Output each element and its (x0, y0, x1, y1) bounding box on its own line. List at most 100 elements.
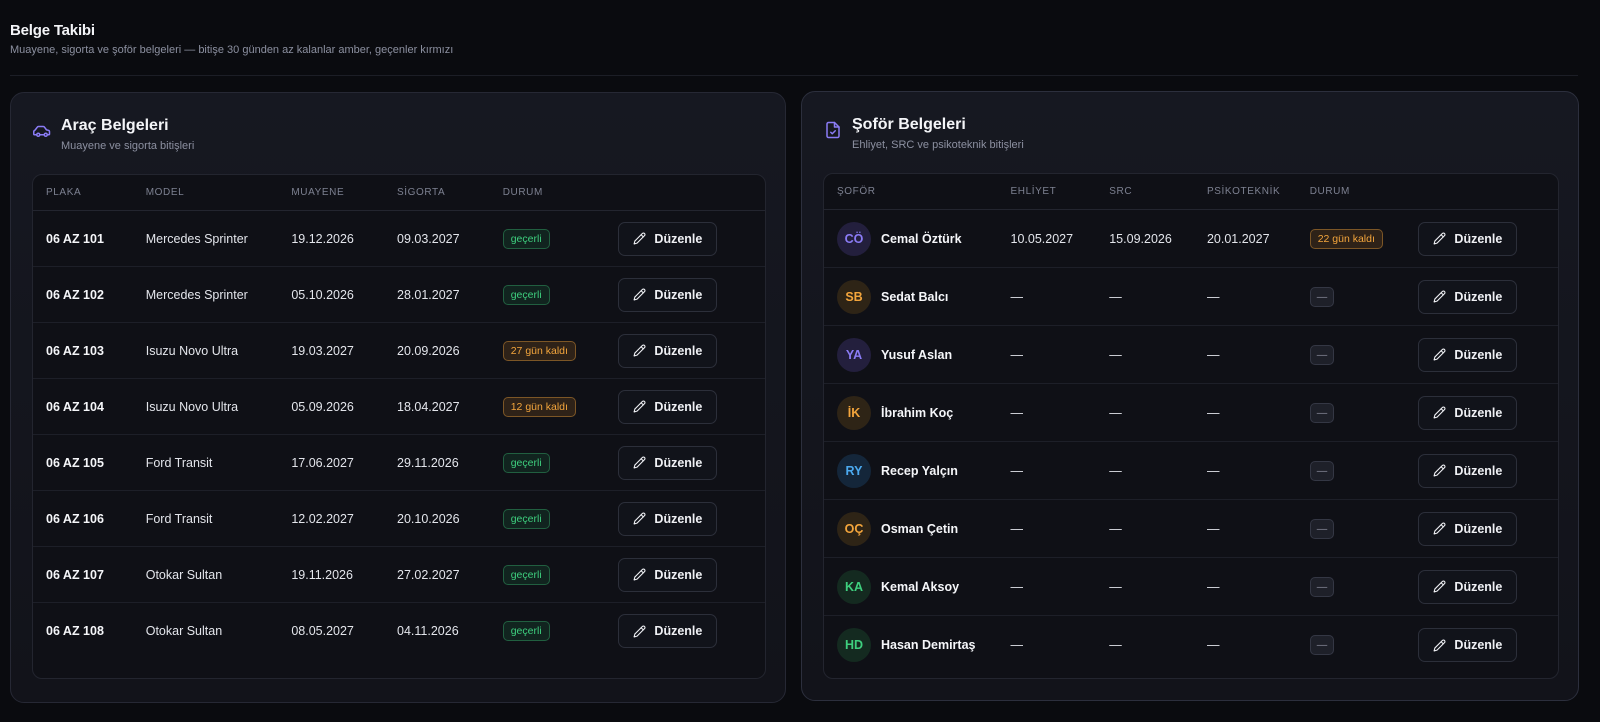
edit-button[interactable]: Düzenle (1418, 395, 1518, 430)
insurance-date-cell: 18.04.2027 (397, 399, 460, 414)
insurance-date-cell: 04.11.2026 (397, 624, 459, 638)
license-date-cell: — (1010, 579, 1024, 594)
insurance-date-cell: 09.03.2027 (397, 231, 460, 246)
edit-button-label: Düzenle (1454, 231, 1503, 246)
pencil-icon (1433, 639, 1446, 652)
action-cell: Düzenle (1418, 569, 1558, 604)
edit-button-label: Düzenle (1454, 579, 1503, 594)
pencil-icon (1433, 464, 1446, 477)
status-badge: — (1309, 402, 1335, 423)
driver-name: Osman Çetin (881, 521, 959, 536)
column-header: PSİKOTEKNİK (1206, 186, 1281, 197)
status-badge: 22 gün kaldı (1309, 228, 1383, 249)
driver-name: Recep Yalçın (881, 463, 958, 478)
driver-cell: OÇ Osman Çetin (824, 511, 1011, 546)
vehicle-panel-subtitle: Muayene ve sigorta bitişleri (61, 140, 195, 152)
edit-button[interactable]: Düzenle (618, 445, 718, 480)
table-row: 06 AZ 104 Isuzu Novo Ultra 05.09.2026 18.04… (33, 379, 765, 435)
column-header: PLAKA (46, 187, 82, 198)
car-icon (33, 122, 51, 140)
edit-button[interactable]: Düzenle (1418, 221, 1518, 256)
inspection-date-cell: 05.09.2026 (291, 399, 354, 414)
edit-button[interactable]: Düzenle (1418, 337, 1518, 372)
status-cell: — (1309, 635, 1419, 655)
action-cell: Düzenle (1418, 221, 1558, 256)
license-date-cell: — (1010, 289, 1024, 304)
status-badge: geçerli (502, 508, 550, 529)
driver-panel-title: Şoför Belgeleri (852, 116, 966, 133)
src-date-cell: — (1109, 289, 1122, 304)
action-cell: Düzenle (1418, 511, 1558, 546)
status-badge: — (1309, 344, 1335, 365)
status-cell: 12 gün kaldı (502, 396, 619, 417)
edit-button[interactable]: Düzenle (1418, 628, 1518, 662)
edit-button[interactable]: Düzenle (618, 277, 718, 312)
edit-button[interactable]: Düzenle (618, 501, 718, 536)
avatar: SB (837, 279, 871, 314)
status-cell: — (1309, 344, 1419, 365)
pencil-icon (1433, 522, 1446, 535)
src-date-cell: — (1109, 579, 1122, 594)
src-date-cell: — (1109, 521, 1122, 536)
model-cell: Mercedes Sprinter (145, 231, 248, 246)
status-badge: geçerli (502, 228, 550, 249)
status-cell: geçerli (502, 621, 619, 641)
column-header: EHLİYET (1010, 186, 1057, 197)
model-cell: Ford Transit (145, 511, 213, 526)
src-date-cell: 15.09.2026 (1109, 231, 1172, 246)
edit-button[interactable]: Düzenle (618, 614, 718, 648)
pencil-icon (1433, 290, 1446, 303)
edit-button[interactable]: Düzenle (618, 333, 718, 368)
edit-button-label: Düzenle (654, 624, 703, 638)
action-cell: Düzenle (618, 557, 765, 592)
action-cell: Düzenle (618, 389, 765, 424)
inspection-date-cell: 08.05.2027 (291, 624, 354, 638)
plate-cell: 06 AZ 105 (46, 455, 104, 470)
page-header: Belge Takibi Muayene, sigorta ve şoför b… (10, 22, 1578, 56)
table-row: KA Kemal Aksoy — — — — Düzenle (824, 558, 1558, 616)
driver-name: Yusuf Aslan (881, 347, 953, 362)
action-cell: Düzenle (618, 614, 765, 648)
edit-button[interactable]: Düzenle (1418, 453, 1518, 488)
status-cell: geçerli (502, 228, 619, 249)
driver-table-body: CÖ Cemal Öztürk 10.05.2027 15.09.2026 20.01.… (824, 210, 1558, 674)
license-date-cell: — (1010, 405, 1024, 420)
edit-button-label: Düzenle (1454, 638, 1503, 652)
inspection-date-cell: 12.02.2027 (291, 511, 354, 526)
avatar: YA (837, 337, 871, 372)
psychotechnic-date-cell: — (1206, 463, 1220, 478)
edit-button[interactable]: Düzenle (1418, 279, 1518, 314)
plate-cell: 06 AZ 106 (46, 511, 104, 526)
driver-panel-header: Şoför Belgeleri Ehliyet, SRC ve psikotek… (824, 116, 1024, 151)
status-badge: — (1309, 635, 1335, 655)
driver-name: Hasan Demirtaş (881, 638, 976, 652)
inspection-date-cell: 17.06.2027 (291, 455, 354, 470)
table-row: İK İbrahim Koç — — — — Düzenle (824, 384, 1558, 442)
pencil-icon (633, 456, 646, 469)
edit-button[interactable]: Düzenle (1418, 511, 1518, 546)
table-row: HD Hasan Demirtaş — — — — Düzenle (824, 616, 1558, 674)
action-cell: Düzenle (1418, 279, 1558, 314)
action-cell: Düzenle (1418, 337, 1558, 372)
edit-button[interactable]: Düzenle (1418, 569, 1518, 604)
table-row: CÖ Cemal Öztürk 10.05.2027 15.09.2026 20.01.… (824, 210, 1558, 268)
edit-button-label: Düzenle (1454, 347, 1503, 362)
column-header: ŞOFÖR (837, 186, 876, 197)
pencil-icon (633, 344, 646, 357)
vehicle-panel-title: Araç Belgeleri (61, 117, 169, 134)
page-title: Belge Takibi (10, 22, 95, 39)
status-cell: geçerli (502, 508, 619, 529)
edit-button[interactable]: Düzenle (618, 557, 718, 592)
pencil-icon (633, 288, 646, 301)
avatar: OÇ (837, 511, 871, 546)
pencil-icon (1433, 406, 1446, 419)
vehicle-table-body: 06 AZ 101 Mercedes Sprinter 19.12.2026 09.0… (33, 211, 765, 659)
edit-button-label: Düzenle (654, 231, 703, 246)
table-row: 06 AZ 103 Isuzu Novo Ultra 19.03.2027 20.09… (33, 323, 765, 379)
column-header: MUAYENE (291, 187, 345, 198)
edit-button[interactable]: Düzenle (618, 221, 718, 256)
action-cell: Düzenle (1418, 395, 1558, 430)
edit-button[interactable]: Düzenle (618, 389, 718, 424)
action-cell: Düzenle (1418, 453, 1558, 488)
column-header: DURUM (1309, 186, 1350, 197)
